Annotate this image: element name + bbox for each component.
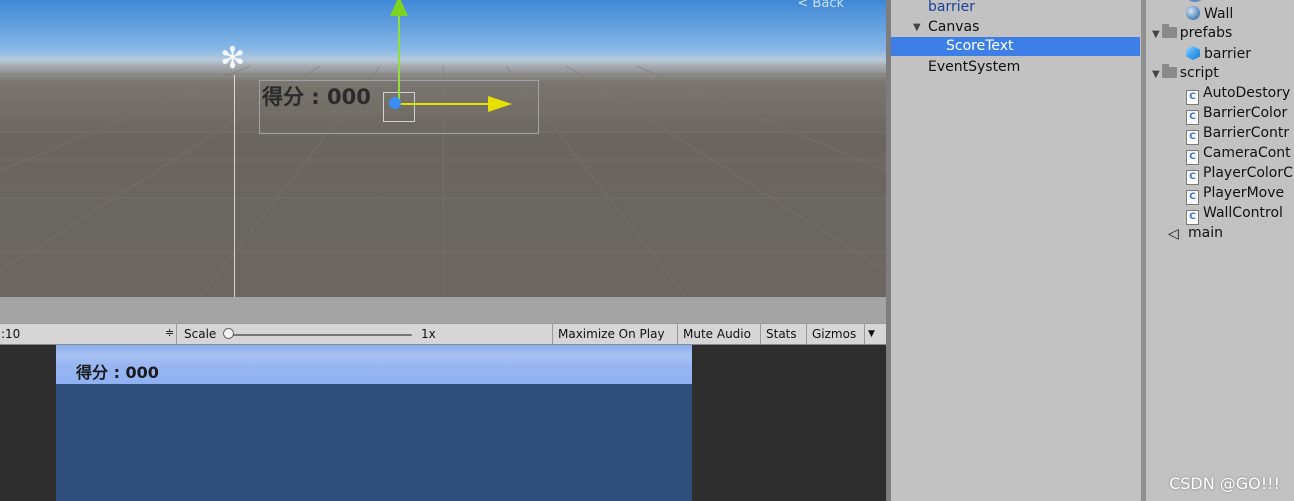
- project-item-label: barrier: [1204, 46, 1251, 62]
- hierarchy-panel: barrier ▼ Canvas ScoreText EventSystem: [891, 0, 1141, 501]
- project-item-label: PlayerMove: [1203, 185, 1285, 201]
- game-view: 得分 : 000: [0, 345, 886, 501]
- csharp-script-icon: C: [1186, 210, 1199, 225]
- y-axis-handle[interactable]: [398, 10, 400, 104]
- expand-arrow-icon[interactable]: ▼: [1152, 69, 1160, 80]
- canvas-bounds-line: [234, 75, 235, 297]
- game-score-text: 得分 : 000: [76, 363, 159, 382]
- mute-audio-button[interactable]: Mute Audio: [677, 324, 759, 344]
- csharp-script-icon: C: [1186, 150, 1199, 165]
- scene-score-text[interactable]: 得分 : 000: [262, 81, 371, 111]
- pivot-handle[interactable]: [389, 97, 401, 109]
- project-item-label: BarrierContr: [1203, 125, 1290, 141]
- project-item-label: PlayerColorC: [1203, 165, 1293, 181]
- aspect-ratio-select[interactable]: :10: [1, 327, 20, 341]
- x-axis-handle[interactable]: [398, 103, 493, 105]
- maximize-on-play-button[interactable]: Maximize On Play: [552, 324, 676, 344]
- csharp-script-icon: C: [1186, 110, 1199, 125]
- project-folder-script[interactable]: ▼ script: [1152, 64, 1219, 83]
- project-script-item[interactable]: C WallControl: [1186, 204, 1283, 225]
- project-item-barrier[interactable]: barrier: [1186, 44, 1251, 63]
- scale-slider-track[interactable]: [228, 334, 412, 336]
- stats-button[interactable]: Stats: [760, 324, 805, 344]
- project-item-label: AutoDestory: [1203, 85, 1291, 101]
- csharp-script-icon: C: [1186, 190, 1199, 205]
- csharp-script-icon: C: [1186, 90, 1199, 105]
- game-header-bar: 得分 : 000: [56, 345, 692, 384]
- project-scene-main[interactable]: ◁ main: [1168, 224, 1223, 243]
- y-axis-arrow-icon[interactable]: [390, 0, 408, 16]
- project-item-label: prefabs: [1179, 25, 1233, 41]
- scale-slider-knob[interactable]: [223, 328, 234, 339]
- csharp-script-icon: C: [1186, 170, 1199, 185]
- project-item-label: Wall: [1204, 6, 1234, 22]
- directional-light-icon[interactable]: ✻: [220, 44, 245, 74]
- expand-arrow-icon[interactable]: ▼: [913, 18, 921, 37]
- unity-scene-icon: ◁: [1168, 226, 1179, 242]
- project-item-label: WallControl: [1203, 205, 1283, 221]
- scale-value: 1x: [421, 327, 436, 341]
- project-script-item[interactable]: C BarrierContr: [1186, 124, 1290, 145]
- folder-icon: [1161, 24, 1177, 38]
- aspect-ratio-arrow-icon[interactable]: ≑: [165, 326, 174, 339]
- csharp-script-icon: C: [1186, 130, 1199, 145]
- toolbar-divider: [176, 324, 177, 344]
- expand-arrow-icon[interactable]: ▼: [1152, 29, 1160, 40]
- hierarchy-item-scoretext[interactable]: ScoreText: [946, 37, 1014, 56]
- hierarchy-item-eventsystem[interactable]: EventSystem: [928, 58, 1020, 77]
- game-toolbar: :10 ≑ Scale 1x Maximize On Play Mute Aud…: [0, 323, 886, 345]
- project-item-label: main: [1188, 225, 1223, 241]
- project-script-item[interactable]: C AutoDestory: [1186, 84, 1291, 105]
- cube-icon: [1186, 46, 1200, 60]
- gizmos-dropdown-icon[interactable]: ▼: [864, 324, 880, 344]
- project-item-label: script: [1179, 65, 1219, 81]
- scene-view[interactable]: < Back ✻ 得分 : 000: [0, 0, 886, 297]
- back-label[interactable]: < Back: [797, 0, 844, 11]
- sphere-icon: [1186, 6, 1200, 20]
- project-script-item[interactable]: C BarrierColor: [1186, 104, 1288, 125]
- project-item-label: CameraCont: [1203, 145, 1291, 161]
- game-screen[interactable]: 得分 : 000: [56, 345, 692, 501]
- project-script-item[interactable]: C PlayerMove: [1186, 184, 1285, 205]
- project-script-item[interactable]: C PlayerColorC: [1186, 164, 1293, 185]
- hierarchy-item-canvas[interactable]: Canvas: [928, 18, 979, 37]
- project-script-item[interactable]: C CameraCont: [1186, 144, 1291, 165]
- project-item-label: BarrierColor: [1203, 105, 1288, 121]
- gizmos-button[interactable]: Gizmos: [806, 324, 864, 344]
- folder-icon: [1161, 64, 1177, 78]
- x-axis-arrow-icon[interactable]: [488, 96, 512, 112]
- watermark: CSDN @GO!!!: [1169, 474, 1280, 493]
- project-item-wall[interactable]: Wall: [1186, 4, 1233, 23]
- project-panel: Wall ▼ prefabs barrier ▼ script C AutoDesto…: [1146, 0, 1294, 501]
- scale-label: Scale: [184, 327, 217, 341]
- selection-highlight: [891, 37, 1140, 56]
- project-folder-prefabs[interactable]: ▼ prefabs: [1152, 24, 1232, 43]
- hierarchy-item-barrier[interactable]: barrier: [928, 0, 975, 17]
- game-tab-strip: [0, 297, 886, 323]
- sphere-icon: [1187, 0, 1203, 2]
